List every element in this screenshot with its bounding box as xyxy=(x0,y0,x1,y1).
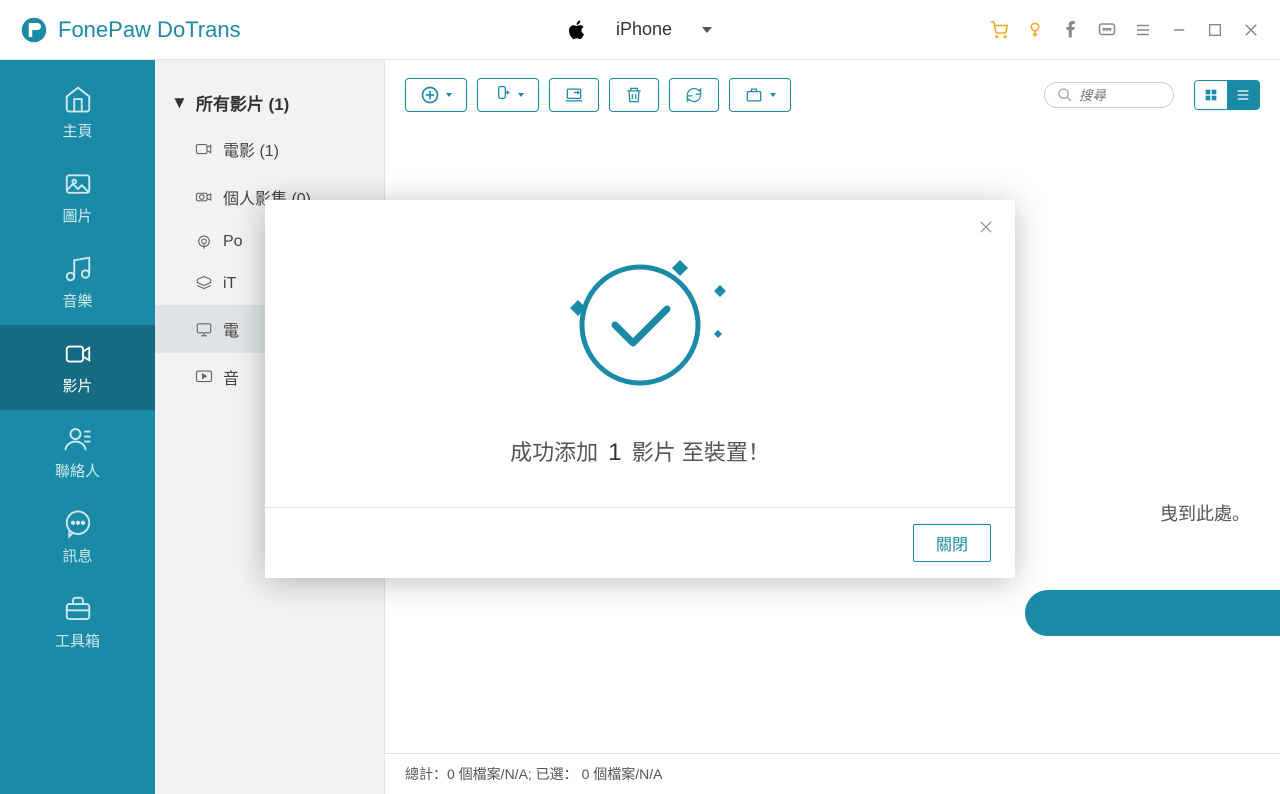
search-input[interactable] xyxy=(1079,88,1159,103)
chevron-down-icon xyxy=(446,93,452,97)
category-header-label: 所有影片 (1) xyxy=(196,90,290,115)
modal-msg-prefix: 成功添加 xyxy=(510,440,598,465)
sidebar-item-music[interactable]: 音樂 xyxy=(0,240,155,325)
category-label: 電影 (1) xyxy=(223,137,279,161)
apple-icon xyxy=(568,20,586,40)
delete-button[interactable] xyxy=(609,78,659,112)
success-modal: 成功添加 1 影片 至裝置！ 關閉 xyxy=(265,200,1015,578)
export-device-icon xyxy=(492,85,512,105)
modal-count: 1 xyxy=(604,439,625,466)
success-check-icon xyxy=(530,230,750,400)
titlebar-actions xyxy=(990,21,1260,39)
category-movies[interactable]: 電影 (1) xyxy=(155,125,384,173)
photos-icon xyxy=(63,169,93,199)
device-name: iPhone xyxy=(616,19,672,40)
device-selector[interactable]: iPhone xyxy=(544,11,736,48)
drop-hint-text: 曳到此處。 xyxy=(1160,500,1250,526)
camera-icon xyxy=(195,188,213,206)
podcast-icon xyxy=(195,233,213,251)
sidebar-item-toolbox[interactable]: 工具箱 xyxy=(0,580,155,665)
tv-icon xyxy=(195,320,213,338)
sidebar-item-label: 主頁 xyxy=(62,120,92,141)
close-icon[interactable] xyxy=(1242,21,1260,39)
modal-msg-mid: 影片 xyxy=(632,440,676,465)
caret-down-icon: ▼ xyxy=(171,93,188,113)
minimize-icon[interactable] xyxy=(1170,21,1188,39)
trash-icon xyxy=(624,85,644,105)
add-button[interactable] xyxy=(405,78,467,112)
cart-icon[interactable] xyxy=(990,21,1008,39)
sidebar-item-contacts[interactable]: 聯絡人 xyxy=(0,410,155,495)
music-video-icon xyxy=(195,368,213,386)
search-box[interactable] xyxy=(1044,82,1174,108)
maximize-icon[interactable] xyxy=(1206,21,1224,39)
menu-icon[interactable] xyxy=(1134,21,1152,39)
add-files-button[interactable] xyxy=(1025,590,1280,636)
sidebar-item-label: 工具箱 xyxy=(55,630,100,651)
sidebar-item-label: 訊息 xyxy=(62,545,92,566)
modal-close-confirm-button[interactable]: 關閉 xyxy=(913,524,991,562)
music-icon xyxy=(63,254,93,284)
sidebar: 主頁 圖片 音樂 影片 聯絡人 訊息 工具箱 xyxy=(0,60,155,794)
refresh-button[interactable] xyxy=(669,78,719,112)
messages-icon xyxy=(63,509,93,539)
category-all-videos[interactable]: ▼ 所有影片 (1) xyxy=(155,80,384,125)
sidebar-item-videos[interactable]: 影片 xyxy=(0,325,155,410)
status-bar: 總計：0 個檔案/N/A; 已選： 0 個檔案/N/A xyxy=(385,753,1280,794)
plus-circle-icon xyxy=(420,85,440,105)
search-icon xyxy=(1057,87,1073,103)
toolbar xyxy=(385,60,1280,130)
chevron-down-icon xyxy=(518,93,524,97)
refresh-icon xyxy=(684,85,704,105)
contacts-icon xyxy=(63,424,93,454)
list-view-button[interactable] xyxy=(1227,81,1259,109)
export-device-button[interactable] xyxy=(477,78,539,112)
close-icon xyxy=(977,218,995,236)
category-label: Po xyxy=(223,233,243,251)
sidebar-item-label: 音樂 xyxy=(62,290,92,311)
itunes-icon xyxy=(195,275,213,293)
sidebar-item-messages[interactable]: 訊息 xyxy=(0,495,155,580)
app-title: FonePaw DoTrans xyxy=(58,17,241,43)
grid-icon xyxy=(1203,87,1219,103)
briefcase-icon xyxy=(744,85,764,105)
chevron-down-icon xyxy=(770,93,776,97)
view-toggle xyxy=(1194,80,1260,110)
logo-area: FonePaw DoTrans xyxy=(20,16,241,44)
key-icon[interactable] xyxy=(1026,21,1044,39)
toolbox-button[interactable] xyxy=(729,78,791,112)
videos-icon xyxy=(63,339,93,369)
chevron-down-icon xyxy=(702,27,712,33)
video-icon xyxy=(195,140,213,158)
modal-msg-suffix: 至裝置！ xyxy=(682,440,770,465)
sidebar-item-label: 影片 xyxy=(62,375,92,396)
export-pc-icon xyxy=(564,85,584,105)
modal-message: 成功添加 1 影片 至裝置！ xyxy=(305,435,975,467)
toolbox-icon xyxy=(63,594,93,624)
sidebar-item-label: 聯絡人 xyxy=(55,460,100,481)
category-label: 音 xyxy=(223,365,239,389)
category-label: 電 xyxy=(223,317,239,341)
export-pc-button[interactable] xyxy=(549,78,599,112)
list-icon xyxy=(1235,87,1251,103)
category-label: iT xyxy=(223,275,236,293)
feedback-icon[interactable] xyxy=(1098,21,1116,39)
sidebar-item-photos[interactable]: 圖片 xyxy=(0,155,155,240)
grid-view-button[interactable] xyxy=(1195,81,1227,109)
app-logo-icon xyxy=(20,16,48,44)
home-icon xyxy=(63,84,93,114)
sidebar-item-home[interactable]: 主頁 xyxy=(0,70,155,155)
titlebar: FonePaw DoTrans iPhone xyxy=(0,0,1280,60)
facebook-icon[interactable] xyxy=(1062,21,1080,39)
modal-close-button[interactable] xyxy=(977,218,995,242)
sidebar-item-label: 圖片 xyxy=(62,205,92,226)
